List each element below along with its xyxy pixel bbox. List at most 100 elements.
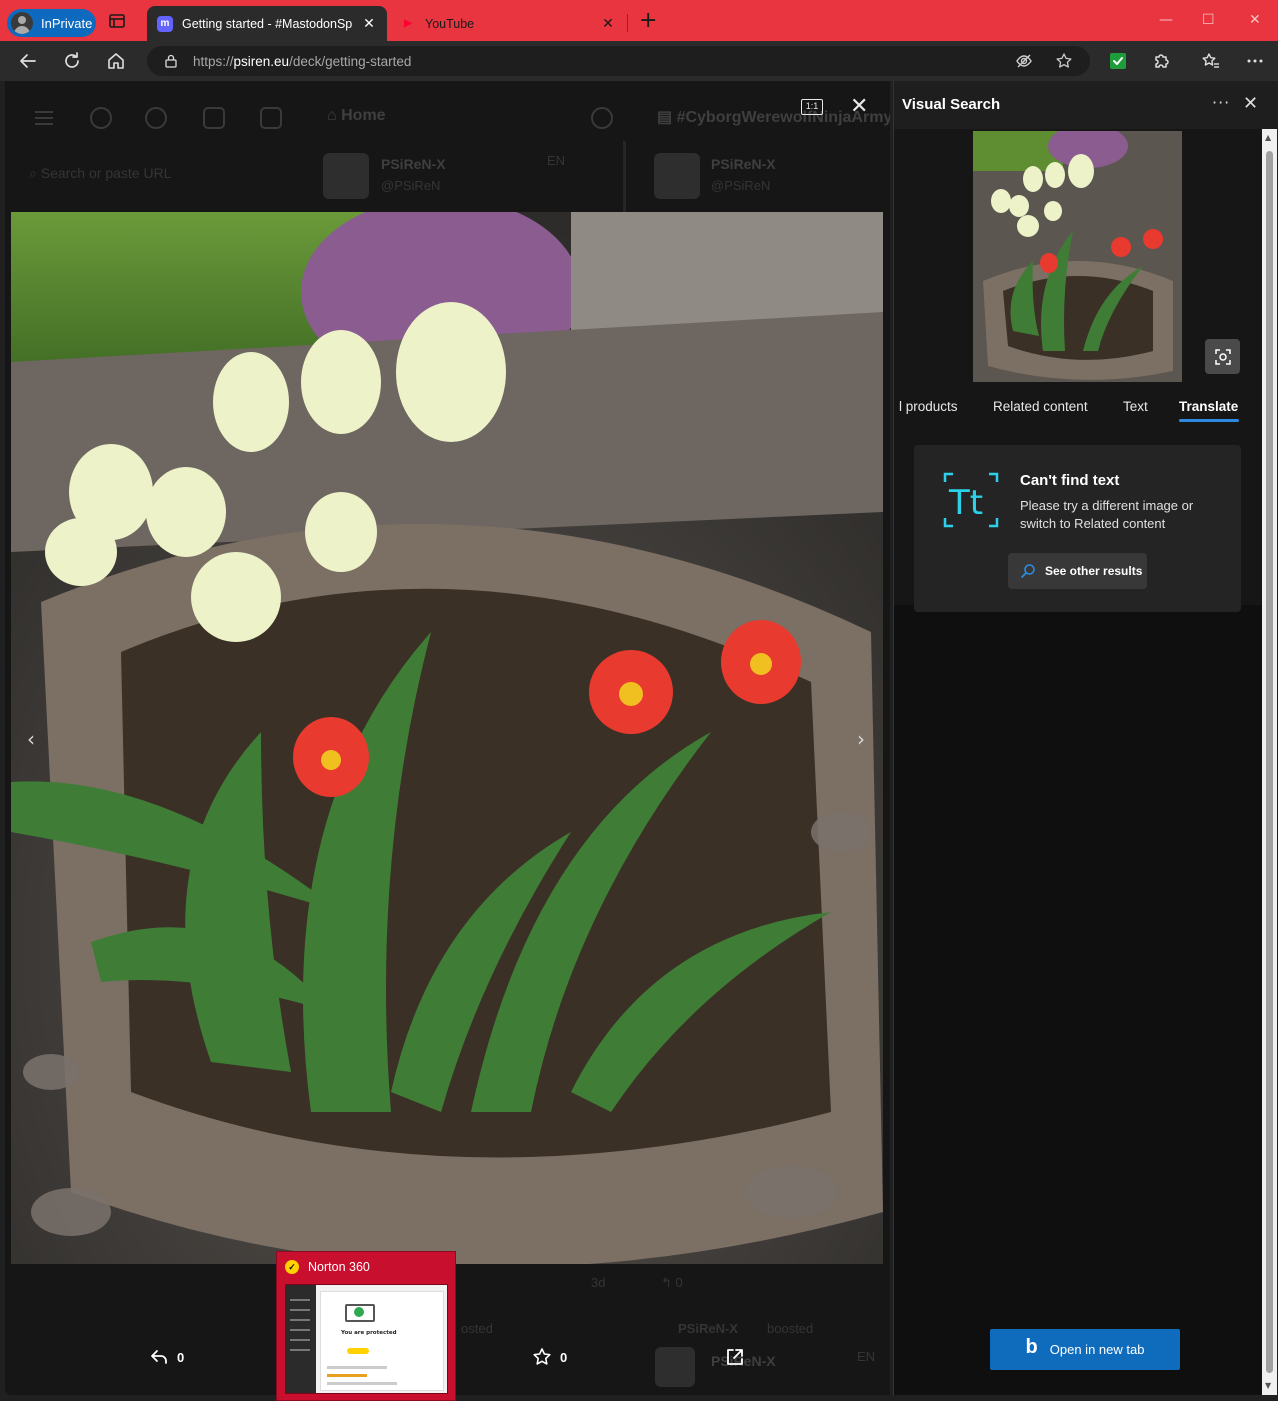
favorites-icon[interactable]	[1201, 51, 1221, 71]
search-image-thumbnail[interactable]	[973, 131, 1182, 382]
tab-text[interactable]: Text	[1123, 399, 1148, 414]
translate-results: Tt Can't find text Please try a differen…	[894, 427, 1262, 612]
thumbnail-sidebar	[286, 1285, 316, 1393]
see-other-results-button[interactable]: See other results	[1008, 553, 1147, 589]
maximize-button[interactable]: ☐	[1202, 12, 1215, 28]
one-to-one-zoom-button[interactable]: 1:1	[801, 99, 823, 115]
tab-title: Getting started - #MastodonSpyB	[182, 16, 352, 31]
reply-count-bg: ↰ 0	[661, 1275, 683, 1290]
tab-products[interactable]: l products	[899, 399, 958, 414]
thumbnail-bar	[327, 1366, 387, 1369]
browser-window: InPrivate m Getting started - #MastodonS…	[0, 0, 1278, 1401]
tab-translate[interactable]: Translate	[1179, 399, 1238, 414]
favorite-star-icon[interactable]	[1055, 52, 1073, 70]
logout-icon	[260, 107, 282, 129]
account-name: PSiReN-X	[381, 156, 446, 172]
favourite-count: 0	[560, 1349, 568, 1365]
refresh-icon[interactable]	[62, 51, 82, 71]
search-icon	[1021, 564, 1035, 578]
more-options-icon[interactable]: ···	[1212, 93, 1230, 112]
lock-icon[interactable]	[164, 54, 178, 68]
visual-search-title: Visual Search	[902, 96, 1001, 113]
previous-image-button[interactable]: ‹	[27, 727, 35, 751]
avatar	[323, 153, 369, 199]
star-icon	[533, 1348, 551, 1365]
text-tt-icon: Tt	[943, 472, 999, 528]
account-name: PSiReN-X	[711, 156, 776, 172]
bing-logo-icon: b	[1025, 1336, 1038, 1358]
norton-title: Norton 360	[308, 1260, 370, 1274]
tracking-prevention-icon[interactable]	[1015, 52, 1033, 70]
visual-search-tabs: l products Related content Text Translat…	[894, 382, 1262, 427]
reply-count: 0	[177, 1349, 185, 1365]
inprivate-label: InPrivate	[41, 15, 93, 31]
norton-logo-icon: ✓	[285, 1260, 299, 1274]
thumbnail-card: You are protected	[320, 1291, 444, 1391]
close-window-button[interactable]: ✕	[1249, 12, 1261, 28]
column-settings-icon	[591, 107, 613, 129]
extensions-puzzle-icon[interactable]	[1152, 51, 1172, 71]
close-pane-icon[interactable]: ✕	[1243, 93, 1258, 114]
close-lightbox-button[interactable]: ✕	[850, 96, 868, 118]
norton-preview-popup[interactable]: ✓ Norton 360 You are protected	[276, 1251, 456, 1401]
menu-icon	[33, 107, 55, 129]
tab-actions-icon[interactable]	[108, 12, 134, 32]
reply-button[interactable]: 0	[149, 1347, 184, 1367]
see-other-results-label: See other results	[1045, 564, 1143, 578]
settings-more-icon[interactable]	[1245, 51, 1265, 71]
minimize-button[interactable]: —	[1159, 12, 1173, 28]
visual-search-pane: Visual Search ··· ✕ l products Related c…	[893, 81, 1277, 1395]
avatar	[654, 153, 700, 199]
next-image-button[interactable]: ›	[857, 727, 865, 751]
tab-related-content[interactable]: Related content	[993, 399, 1088, 414]
thumbnail-bar	[327, 1374, 367, 1377]
language-label: EN	[547, 153, 566, 168]
timestamp: 3d	[591, 1275, 606, 1290]
extension-check-icon[interactable]	[1108, 51, 1128, 71]
tab-youtube[interactable]: ▶ YouTube ✕	[390, 6, 626, 41]
new-tab-button[interactable]: +	[639, 10, 657, 32]
crop-search-icon	[1214, 348, 1231, 365]
tab-title: YouTube	[425, 16, 475, 31]
tab-mastodon[interactable]: m Getting started - #MastodonSpyB ✕	[147, 6, 387, 41]
close-tab-icon[interactable]: ✕	[361, 15, 377, 32]
favourite-button[interactable]: 0	[532, 1347, 567, 1367]
mastodon-icon: m	[157, 15, 173, 32]
visual-search-header: Visual Search ··· ✕	[894, 81, 1277, 129]
profile-avatar-icon	[11, 12, 33, 34]
tab-separator	[627, 14, 628, 32]
url-text[interactable]: https://psiren.eu/deck/getting-started	[193, 54, 411, 69]
web-page: ⌂ Home ▤ #CyborgWerewolfNinjaArmy ⌕ Sear…	[5, 81, 890, 1395]
title-bar: InPrivate m Getting started - #MastodonS…	[0, 0, 1278, 41]
selected-tab-indicator	[1179, 419, 1239, 422]
people-icon	[90, 107, 112, 129]
scroll-down-arrow-icon[interactable]: ▼	[1265, 1381, 1271, 1390]
home-icon[interactable]	[106, 51, 126, 71]
card-message: Please try a different image or switch t…	[1020, 498, 1194, 531]
reply-icon	[151, 1350, 167, 1364]
close-tab-icon[interactable]: ✕	[600, 15, 616, 32]
home-column-title: ⌂ Home	[327, 107, 386, 124]
card-title: Can't find text	[1020, 472, 1120, 489]
open-external-button[interactable]	[725, 1347, 753, 1367]
back-icon[interactable]	[18, 51, 38, 71]
external-link-icon	[727, 1349, 743, 1365]
protected-check-icon	[354, 1307, 364, 1317]
lightbox-photo[interactable]	[11, 212, 883, 1264]
account-handle: @PSiReN	[711, 178, 771, 193]
thumbnail-bar	[327, 1382, 397, 1385]
pane-scrollbar[interactable]: ▲ ▼	[1262, 129, 1277, 1395]
inprivate-profile-button[interactable]: InPrivate	[7, 9, 96, 37]
visual-search-crop-button[interactable]	[1205, 339, 1240, 374]
column-divider	[623, 141, 626, 216]
preferences-icon	[203, 107, 225, 129]
address-bar[interactable]: https://psiren.eu/deck/getting-started	[147, 46, 1090, 76]
thumbnail-text: You are protected	[341, 1330, 397, 1336]
norton-header: ✓ Norton 360	[285, 1260, 370, 1274]
scroll-up-arrow-icon[interactable]: ▲	[1265, 133, 1271, 142]
open-in-new-tab-label: Open in new tab	[1049, 1342, 1145, 1357]
toolbar: https://psiren.eu/deck/getting-started	[0, 41, 1278, 81]
scrollbar-thumb[interactable]	[1266, 151, 1273, 1373]
norton-window-thumbnail: You are protected	[285, 1284, 448, 1394]
open-in-new-tab-button[interactable]: b Open in new tab	[990, 1329, 1180, 1370]
